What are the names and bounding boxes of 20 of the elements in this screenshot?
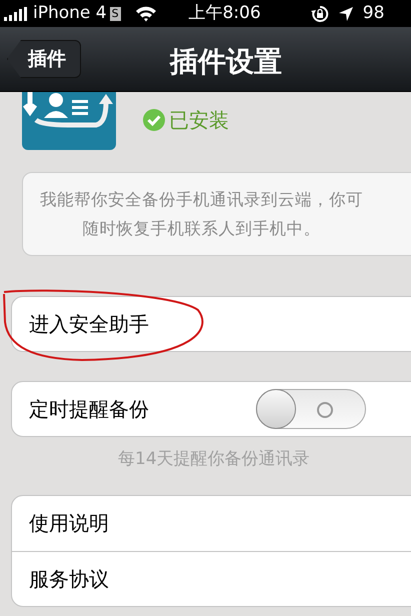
install-status: 已安装 [169,107,229,134]
battery-level: 98 [362,2,384,25]
enter-assistant-button[interactable]: 进入安全助手 [11,296,411,352]
rotation-lock-icon [310,4,329,22]
description-line: 随时恢复手机联系人到手机中。 [82,218,320,240]
page-title: 插件设置 [170,44,282,80]
clock: 上午8:06 [188,2,261,25]
menu-row[interactable]: 服务协议 [12,550,411,606]
reminder-caption: 每14天提醒你备份通讯录 [118,448,311,471]
wifi-icon [134,6,157,22]
contacts-backup-icon [22,92,116,150]
reminder-label: 定时提醒备份 [29,396,149,423]
menu-row[interactable]: 使用说明 [12,496,411,550]
carrier-name: iPhone 4 [33,2,107,25]
description-line: 我能帮你安全备份手机通讯录到云端，你可 [40,189,363,211]
carrier-badge: S [110,6,121,20]
reminder-toggle[interactable] [256,389,366,429]
location-arrow-icon [338,6,353,20]
back-button[interactable]: 插件 [7,40,81,78]
signal-icon [4,6,30,20]
